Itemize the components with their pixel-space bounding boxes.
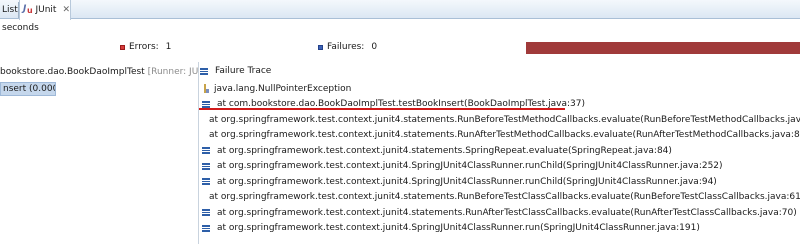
test-tree-root[interactable]: bookstore.dao.BookDaoImplTest [Runner: J…	[0, 67, 198, 80]
junit-icon: Ju	[23, 3, 33, 15]
tab-list[interactable]: List	[0, 0, 18, 19]
error-icon	[120, 44, 125, 50]
stack-frame-icon	[202, 147, 210, 155]
stack-frame-icon	[202, 224, 210, 232]
failure-trace-list: java.lang.NullPointerException at com.bo…	[202, 81, 800, 236]
stack-frame-text: at org.springframework.test.context.juni…	[209, 114, 800, 125]
exception-text: java.lang.NullPointerException	[214, 83, 352, 94]
errors-value: 1	[165, 42, 172, 52]
stack-frame-text: at org.springframework.test.context.juni…	[217, 161, 723, 172]
elapsed-time-text: seconds	[2, 23, 39, 33]
failure-trace-title: Failure Trace	[215, 66, 272, 76]
tab-junit[interactable]: Ju JUnit ✕	[19, 0, 71, 20]
stack-frame-text: at org.springframework.test.context.juni…	[209, 192, 800, 203]
test-class-label: bookstore.dao.BookDaoImplTest	[0, 67, 145, 77]
stack-frame-row[interactable]: at org.springframework.test.context.juni…	[202, 221, 800, 237]
runner-label: [Runner: JUnit	[147, 67, 198, 77]
pane-divider[interactable]	[198, 62, 199, 244]
stack-frame-row[interactable]: at org.springframework.test.context.juni…	[202, 205, 800, 221]
highlight-underline	[199, 108, 565, 110]
tab-junit-label: JUnit	[35, 5, 57, 15]
failure-trace-header: Failure Trace	[200, 66, 271, 76]
stack-frame-row[interactable]: at org.springframework.test.context.juni…	[202, 174, 800, 190]
stack-frame-row[interactable]: at org.springframework.test.context.juni…	[202, 143, 800, 159]
stack-frame-text: at org.springframework.test.context.juni…	[217, 145, 672, 156]
errors-label: Errors:	[129, 42, 159, 52]
view-tab-bar: List Ju JUnit ✕	[0, 0, 800, 20]
test-method-label: nsert (0.000 s)	[3, 84, 56, 94]
stack-frame-row[interactable]: at org.springframework.test.context.juni…	[202, 159, 800, 175]
failures-label: Failures:	[327, 42, 365, 52]
failures-counter: Failures: 0	[318, 42, 377, 52]
stack-frame-text: at org.springframework.test.context.juni…	[209, 130, 800, 141]
stack-frame-icon	[202, 178, 210, 186]
stack-trace-icon	[200, 67, 208, 75]
stack-frame-icon	[202, 209, 210, 217]
errors-counter: Errors: 1	[120, 42, 171, 52]
exception-icon	[202, 84, 210, 94]
stack-frame-row[interactable]: at org.springframework.test.context.juni…	[202, 128, 800, 144]
close-icon[interactable]: ✕	[62, 5, 70, 15]
tab-list-label: List	[2, 4, 18, 15]
stack-frame-text: at org.springframework.test.context.juni…	[217, 223, 700, 234]
test-progress-bar	[526, 42, 800, 54]
stack-frame-text: at org.springframework.test.context.juni…	[217, 176, 717, 187]
stack-frame-icon	[202, 162, 210, 170]
failures-value: 0	[371, 42, 378, 52]
stack-frame-text: at org.springframework.test.context.juni…	[217, 207, 797, 218]
failure-icon	[318, 44, 323, 50]
stack-frame-icon	[202, 100, 210, 108]
test-counters: Errors: 1 Failures: 0	[0, 40, 800, 56]
stack-frame-row[interactable]: at org.springframework.test.context.juni…	[202, 190, 800, 206]
test-tree-item-selected[interactable]: nsert (0.000 s)	[0, 82, 56, 96]
stack-frame-row[interactable]: at org.springframework.test.context.juni…	[202, 112, 800, 128]
exception-row[interactable]: java.lang.NullPointerException	[202, 81, 800, 97]
